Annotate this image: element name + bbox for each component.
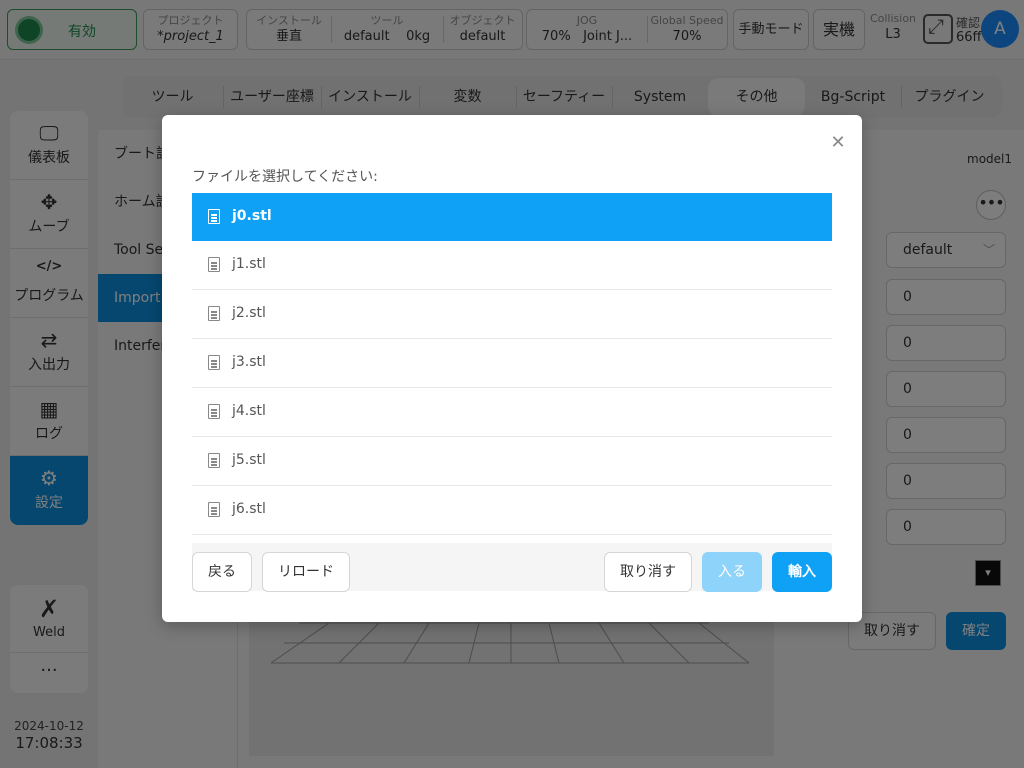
file-icon xyxy=(208,453,220,468)
import-button[interactable]: 輸入 xyxy=(772,552,832,592)
close-icon[interactable]: ✕ xyxy=(830,134,846,152)
file-icon xyxy=(208,306,220,321)
file-row[interactable]: j1.stl xyxy=(192,241,832,290)
file-name: j2.stl xyxy=(232,305,266,321)
file-list: j0.stl j1.stl j2.stl j3.stl j4.stl j5.st… xyxy=(192,193,832,543)
reload-button[interactable]: リロード xyxy=(262,552,350,592)
file-row[interactable]: j5.stl xyxy=(192,437,832,486)
file-icon xyxy=(208,209,220,224)
file-row[interactable]: j6.stl xyxy=(192,486,832,535)
file-row[interactable]: j4.stl xyxy=(192,388,832,437)
file-select-dialog: ✕ ファイルを選択してください: j0.stl j1.stl j2.stl j3… xyxy=(162,115,862,622)
file-name: j4.stl xyxy=(232,403,266,419)
dialog-title: ファイルを選択してください: xyxy=(192,169,378,185)
back-button[interactable]: 戻る xyxy=(192,552,252,592)
file-row[interactable]: j3.stl xyxy=(192,339,832,388)
file-icon xyxy=(208,257,220,272)
enter-folder-button[interactable]: 入る xyxy=(702,552,762,592)
file-name: j1.stl xyxy=(232,256,266,272)
file-icon xyxy=(208,502,220,517)
file-name: j5.stl xyxy=(232,452,266,468)
file-icon xyxy=(208,404,220,419)
file-name: j3.stl xyxy=(232,354,266,370)
file-row[interactable]: j0.stl xyxy=(192,193,832,241)
file-name: j0.stl xyxy=(232,208,272,224)
cancel-button[interactable]: 取り消す xyxy=(604,552,692,592)
dialog-footer: 戻る リロード 取り消す 入る 輸入 xyxy=(192,543,832,592)
file-icon xyxy=(208,355,220,370)
file-row[interactable]: j2.stl xyxy=(192,290,832,339)
file-name: j6.stl xyxy=(232,501,266,517)
